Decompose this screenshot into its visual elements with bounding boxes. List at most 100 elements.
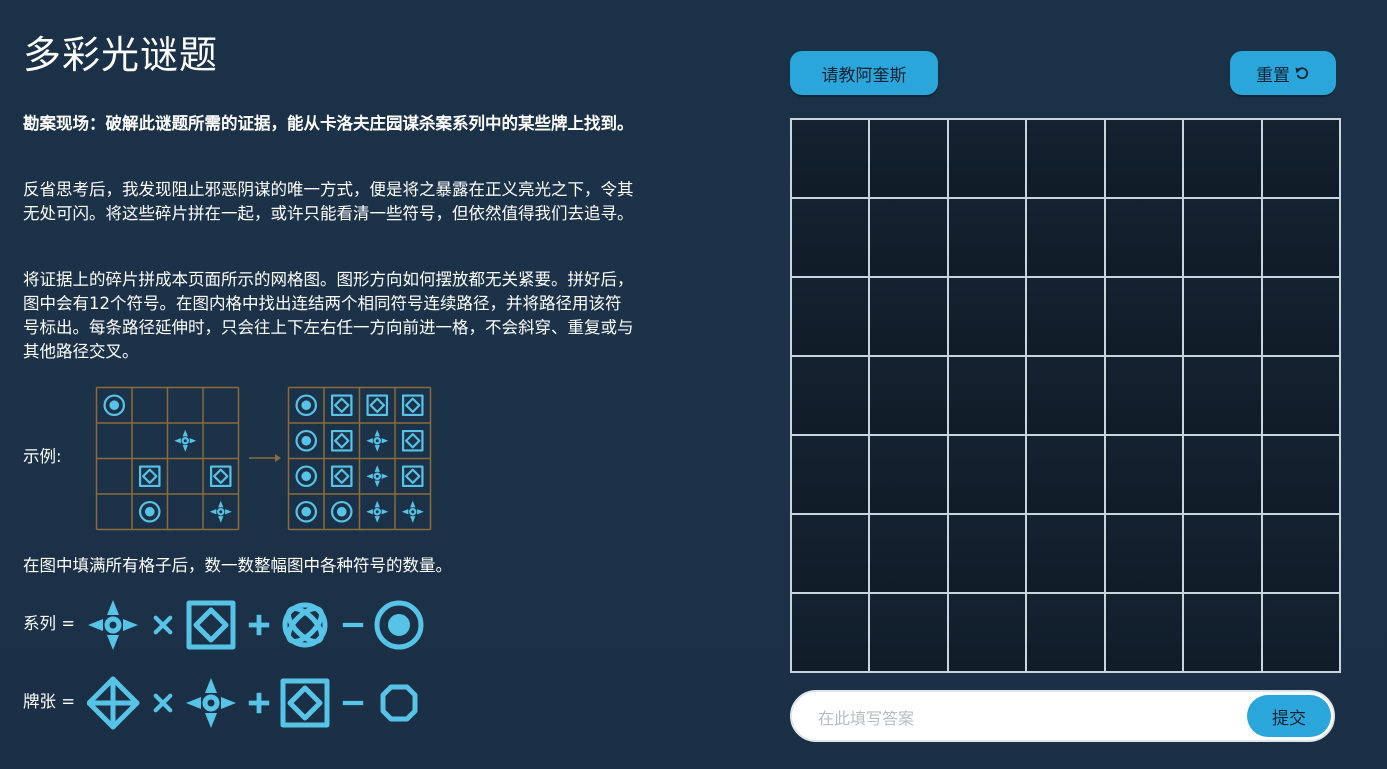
board-cell[interactable] xyxy=(1104,514,1184,593)
board-cell[interactable] xyxy=(947,593,1027,672)
board-cell[interactable] xyxy=(791,198,870,277)
hollow-diamond-icon xyxy=(380,684,418,722)
reset-button-label: 重置 xyxy=(1256,65,1290,86)
board-cell[interactable] xyxy=(869,593,948,672)
example-grid-after xyxy=(287,386,432,531)
star-icon xyxy=(186,678,236,728)
board-cell[interactable] xyxy=(869,435,948,514)
star-icon xyxy=(401,500,424,523)
board-cell[interactable] xyxy=(1026,356,1105,435)
square-icon xyxy=(330,465,353,488)
board-cell[interactable] xyxy=(1104,593,1184,672)
board-cell[interactable] xyxy=(1026,514,1105,593)
board-cell[interactable] xyxy=(1261,277,1340,356)
board-cell[interactable] xyxy=(1026,277,1105,356)
board-cell[interactable] xyxy=(947,119,1027,198)
board-cell[interactable] xyxy=(869,198,948,277)
circle-icon xyxy=(295,465,318,488)
story-paragraph: 反省思考后，我发现阻止邪恶阴谋的唯一方式，便是将之暴露在正义亮光之下，令其无处可… xyxy=(23,180,634,223)
square-icon xyxy=(186,600,236,650)
circle-icon xyxy=(330,500,353,523)
times-icon xyxy=(153,615,173,635)
square-icon xyxy=(330,429,353,452)
board-cell[interactable] xyxy=(791,356,870,435)
board-cell[interactable] xyxy=(1183,277,1262,356)
circle-icon xyxy=(295,500,318,523)
square-icon xyxy=(366,394,389,417)
board-cell[interactable] xyxy=(1261,119,1340,198)
cards-equation xyxy=(87,676,418,730)
answer-input[interactable] xyxy=(816,704,1240,732)
board-cell[interactable] xyxy=(1183,514,1262,593)
board-cell[interactable] xyxy=(869,356,948,435)
board-cell[interactable] xyxy=(1183,356,1262,435)
puzzle-board xyxy=(790,118,1341,673)
board-cell[interactable] xyxy=(1261,356,1340,435)
page-title: 多彩光谜题 xyxy=(23,33,219,77)
plus-icon xyxy=(248,692,270,714)
square-icon xyxy=(280,678,330,728)
ask-button[interactable]: 请教阿奎斯 xyxy=(790,51,938,95)
star-icon xyxy=(174,429,197,452)
square-icon xyxy=(401,465,424,488)
board-cell[interactable] xyxy=(1104,198,1184,277)
board-cell[interactable] xyxy=(1026,435,1105,514)
board-cell[interactable] xyxy=(791,277,870,356)
board-cell[interactable] xyxy=(1261,593,1340,672)
star-icon xyxy=(366,500,389,523)
undo-icon xyxy=(1295,67,1309,80)
star-icon xyxy=(366,465,389,488)
square-icon xyxy=(401,429,424,452)
board-cell[interactable] xyxy=(791,435,870,514)
star-icon xyxy=(366,429,389,452)
circle-icon xyxy=(295,429,318,452)
board-cell[interactable] xyxy=(1104,277,1184,356)
submit-button[interactable]: 提交 xyxy=(1247,695,1331,737)
square-icon xyxy=(401,394,424,417)
cards-equation-label: 牌张 = xyxy=(23,692,76,711)
board-cell[interactable] xyxy=(1183,198,1262,277)
ask-button-label: 请教阿奎斯 xyxy=(821,65,907,86)
board-cell[interactable] xyxy=(947,435,1027,514)
board-cell[interactable] xyxy=(1026,593,1105,672)
square-icon xyxy=(138,465,161,488)
rules-paragraph: 将证据上的碎片拼成本页面所示的网格图。图形方向如何摆放都无关紧要。拼好后，图中会… xyxy=(23,270,634,361)
square-icon xyxy=(330,394,353,417)
board-cell[interactable] xyxy=(869,119,948,198)
series-equation xyxy=(88,600,424,650)
board-cell[interactable] xyxy=(791,514,870,593)
series-equation-label: 系列 = xyxy=(23,614,76,633)
circle-icon xyxy=(103,394,126,417)
board-cell[interactable] xyxy=(791,119,870,198)
board-cell[interactable] xyxy=(947,277,1027,356)
square-icon xyxy=(209,465,232,488)
board-cell[interactable] xyxy=(1261,198,1340,277)
count-paragraph: 在图中填满所有格子后，数一数整幅图中各种符号的数量。 xyxy=(23,556,452,575)
board-cell[interactable] xyxy=(1104,435,1184,514)
board-cell[interactable] xyxy=(1261,514,1340,593)
circle-icon xyxy=(295,394,318,417)
reset-button[interactable]: 重置 xyxy=(1230,51,1336,95)
diamond-cross-icon xyxy=(87,676,140,730)
board-cell[interactable] xyxy=(869,514,948,593)
board-cell[interactable] xyxy=(1026,198,1105,277)
board-cell[interactable] xyxy=(1183,435,1262,514)
board-cell[interactable] xyxy=(1183,593,1262,672)
board-cell[interactable] xyxy=(1026,119,1105,198)
board-cell[interactable] xyxy=(1104,356,1184,435)
board-cell[interactable] xyxy=(947,198,1027,277)
times-icon xyxy=(153,693,173,713)
board-cell[interactable] xyxy=(1104,119,1184,198)
board-cell[interactable] xyxy=(869,277,948,356)
star-icon xyxy=(209,500,232,523)
circle-icon xyxy=(138,500,161,523)
answer-box: 提交 xyxy=(790,690,1335,742)
board-cell[interactable] xyxy=(791,593,870,672)
board-cell[interactable] xyxy=(947,514,1027,593)
board-cell[interactable] xyxy=(1183,119,1262,198)
example-grid-before xyxy=(95,386,240,531)
arrow-right-icon xyxy=(249,454,281,462)
board-cell[interactable] xyxy=(1261,435,1340,514)
lead-paragraph: 勘案现场：破解此谜题所需的证据，能从卡洛夫庄园谋杀案系列中的某些牌上找到。 xyxy=(23,114,634,133)
board-cell[interactable] xyxy=(947,356,1027,435)
